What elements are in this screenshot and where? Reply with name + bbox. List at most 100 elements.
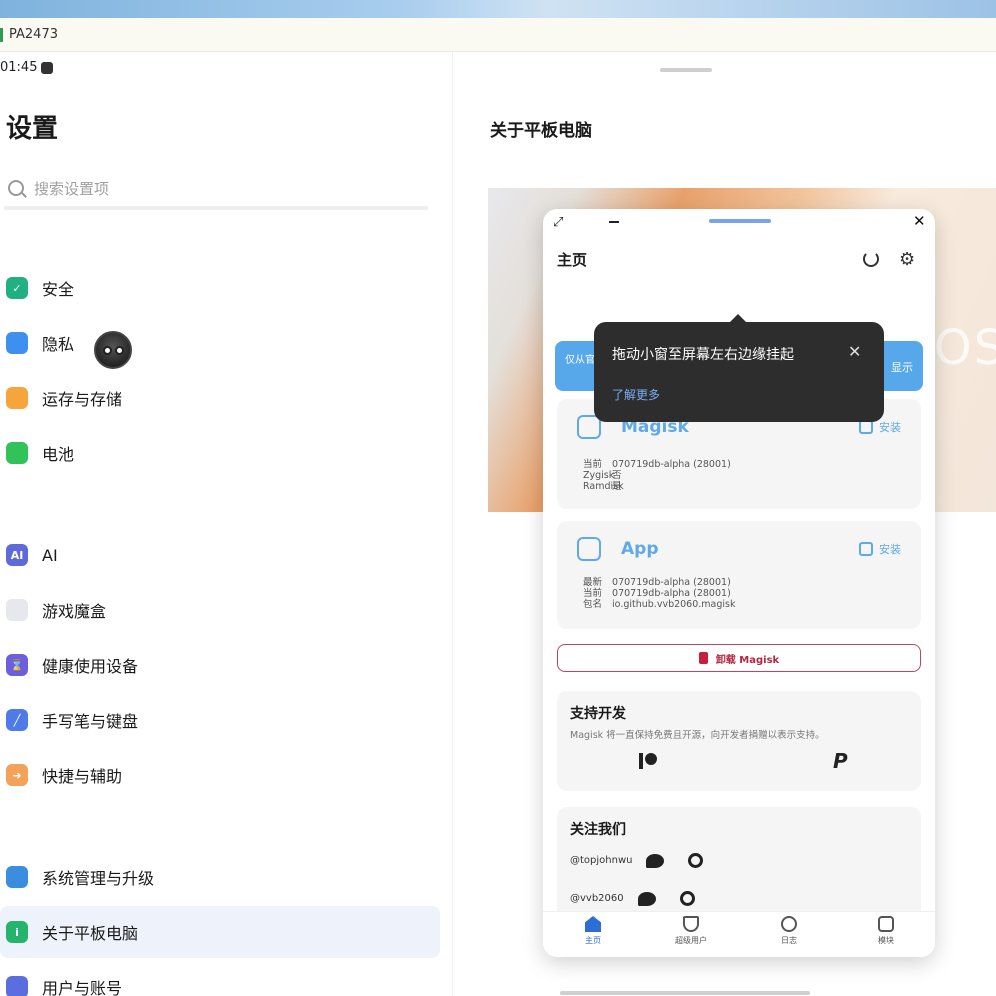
magisk-app-bar: 主页 ⚙ bbox=[543, 237, 935, 283]
floating-ball-icon[interactable] bbox=[94, 331, 132, 369]
tooltip-learn-more-link[interactable]: 了解更多 bbox=[612, 386, 660, 403]
detail-value: 是 bbox=[612, 481, 622, 492]
paypal-icon[interactable]: P bbox=[833, 749, 848, 773]
patreon-icon[interactable] bbox=[639, 751, 659, 771]
app-install-icon bbox=[577, 537, 601, 561]
app-card: App 安装 最新 070719db-alpha (28001) 当前 0707… bbox=[557, 521, 921, 629]
settings-item-9[interactable]: 系统管理与升级 bbox=[0, 851, 440, 903]
github-icon[interactable] bbox=[688, 853, 704, 868]
magisk-bottom-nav: 主页 超级用户 日志 模块 bbox=[543, 911, 935, 957]
settings-item-label: 隐私 bbox=[42, 335, 75, 354]
search-icon bbox=[8, 180, 24, 196]
floating-window-tooltip: 拖动小窗至屏幕左右边缘挂起 ✕ 了解更多 bbox=[594, 314, 884, 422]
expand-window-icon[interactable]: ⤢ bbox=[553, 215, 563, 230]
app-card-name: App bbox=[621, 539, 659, 559]
window-title-bar: PA2473 bbox=[0, 18, 996, 52]
nav-label: 超级用户 bbox=[675, 936, 707, 945]
app-install-button[interactable]: 安装 bbox=[859, 541, 901, 557]
settings-item-label: 安全 bbox=[42, 280, 75, 299]
settings-item-11[interactable]: 用户与账号 bbox=[0, 961, 440, 996]
support-title: 支持开发 bbox=[570, 706, 626, 722]
floating-window-header: ⤢ ✕ bbox=[543, 209, 935, 237]
settings-item-label: 快捷与辅助 bbox=[42, 767, 123, 786]
twitter-icon[interactable] bbox=[646, 853, 665, 868]
settings-item-6[interactable]: ⌛ 健康使用设备 bbox=[0, 639, 440, 691]
window-drag-handle[interactable] bbox=[709, 219, 771, 223]
settings-title: 设置 bbox=[6, 114, 59, 144]
settings-item-10[interactable]: i 关于平板电脑 bbox=[0, 906, 440, 958]
account-handle: @topjohnwu bbox=[570, 855, 633, 866]
detail-value: io.github.vvb2060.magisk bbox=[612, 599, 736, 610]
download-icon bbox=[859, 542, 873, 556]
tooltip-text: 拖动小窗至屏幕左右边缘挂起 bbox=[612, 347, 794, 363]
settings-item-3[interactable]: 电池 bbox=[0, 427, 440, 479]
settings-search[interactable]: 搜索设置项 bbox=[4, 170, 428, 210]
uninstall-magisk-button[interactable]: 卸载 Magisk bbox=[557, 644, 921, 672]
settings-item-0[interactable]: ✓ 安全 bbox=[0, 262, 440, 314]
support-card: 支持开发 Magisk 将一直保持免费且开源，向开发者捐赠以表示支持。 P bbox=[557, 691, 921, 791]
about-title: 关于平板电脑 bbox=[490, 121, 592, 141]
settings-item-label: 游戏魔盒 bbox=[42, 602, 107, 621]
system-cube-icon bbox=[6, 866, 28, 888]
gesture-bar[interactable] bbox=[560, 991, 810, 995]
privacy-cube-icon bbox=[6, 332, 28, 354]
download-icon bbox=[859, 420, 873, 434]
status-bar: 01:45 bbox=[0, 60, 54, 75]
pane-grab-handle[interactable] bbox=[660, 68, 712, 72]
detail-value: 否 bbox=[612, 470, 622, 481]
detail-key: 当前 bbox=[583, 459, 603, 470]
tooltip-close-icon[interactable]: ✕ bbox=[848, 342, 861, 361]
nav-home[interactable]: 主页 bbox=[558, 916, 628, 946]
follow-title: 关注我们 bbox=[570, 822, 626, 838]
settings-item-5[interactable]: 游戏魔盒 bbox=[0, 584, 440, 636]
nav-label: 主页 bbox=[585, 936, 601, 945]
puzzle-icon bbox=[878, 916, 894, 932]
pane-divider bbox=[452, 52, 453, 996]
wallpaper-strip bbox=[0, 0, 996, 18]
detail-value: 070719db-alpha (28001) bbox=[612, 577, 731, 588]
refresh-icon[interactable] bbox=[863, 251, 879, 267]
info-icon: i bbox=[6, 921, 28, 943]
follow-row-topjohnwu: @topjohnwu bbox=[570, 853, 704, 868]
detail-key: Ramdisk bbox=[583, 481, 624, 492]
settings-item-1[interactable]: 隐私 bbox=[0, 317, 440, 369]
stylus-icon: ╱ bbox=[6, 709, 28, 731]
status-time: 01:45 bbox=[0, 60, 38, 75]
settings-item-label: 运存与存储 bbox=[42, 390, 123, 409]
window-color-mark bbox=[0, 28, 3, 42]
support-description: Magisk 将一直保持免费且开源，向开发者捐赠以表示支持。 bbox=[570, 730, 825, 741]
detail-value: 070719db-alpha (28001) bbox=[612, 459, 731, 470]
settings-item-label: 电池 bbox=[42, 445, 75, 464]
settings-item-7[interactable]: ╱ 手写笔与键盘 bbox=[0, 694, 440, 746]
app-card-details: 最新 070719db-alpha (28001) 当前 070719db-al… bbox=[583, 577, 736, 610]
settings-gear-icon[interactable]: ⚙ bbox=[899, 249, 915, 270]
detail-key: Zygisk bbox=[583, 470, 615, 481]
nav-modules[interactable]: 模块 bbox=[851, 916, 921, 946]
settings-item-8[interactable]: ➜ 快捷与辅助 bbox=[0, 749, 440, 801]
minimize-window-icon[interactable] bbox=[609, 221, 619, 223]
settings-item-2[interactable]: 运存与存储 bbox=[0, 372, 440, 424]
battery-icon bbox=[6, 442, 28, 464]
magisk-page-title: 主页 bbox=[557, 251, 588, 269]
detail-key: 最新 bbox=[583, 577, 603, 588]
settings-item-label: AI bbox=[42, 545, 58, 565]
trash-icon bbox=[698, 652, 708, 664]
detail-key: 包名 bbox=[583, 599, 603, 610]
nav-log[interactable]: 日志 bbox=[754, 916, 824, 946]
gamepad-icon bbox=[6, 599, 28, 621]
github-icon[interactable] bbox=[679, 891, 695, 906]
twitter-icon[interactable] bbox=[637, 891, 656, 906]
detail-key: 当前 bbox=[583, 588, 603, 599]
close-window-icon[interactable]: ✕ bbox=[913, 212, 926, 230]
shortcut-arrow-icon: ➜ bbox=[6, 764, 28, 786]
uninstall-label: 卸载 Magisk bbox=[715, 654, 780, 666]
hourglass-icon: ⌛ bbox=[6, 654, 28, 676]
nav-superuser[interactable]: 超级用户 bbox=[656, 916, 726, 946]
follow-card: 关注我们 @topjohnwu @vvb2060 bbox=[557, 807, 921, 927]
window-title: PA2473 bbox=[9, 27, 58, 42]
shield-icon bbox=[683, 916, 699, 932]
nav-label: 日志 bbox=[781, 936, 797, 945]
account-handle: @vvb2060 bbox=[570, 893, 624, 904]
settings-item-4[interactable]: AI AI bbox=[0, 529, 440, 581]
settings-item-label: 健康使用设备 bbox=[42, 657, 139, 676]
